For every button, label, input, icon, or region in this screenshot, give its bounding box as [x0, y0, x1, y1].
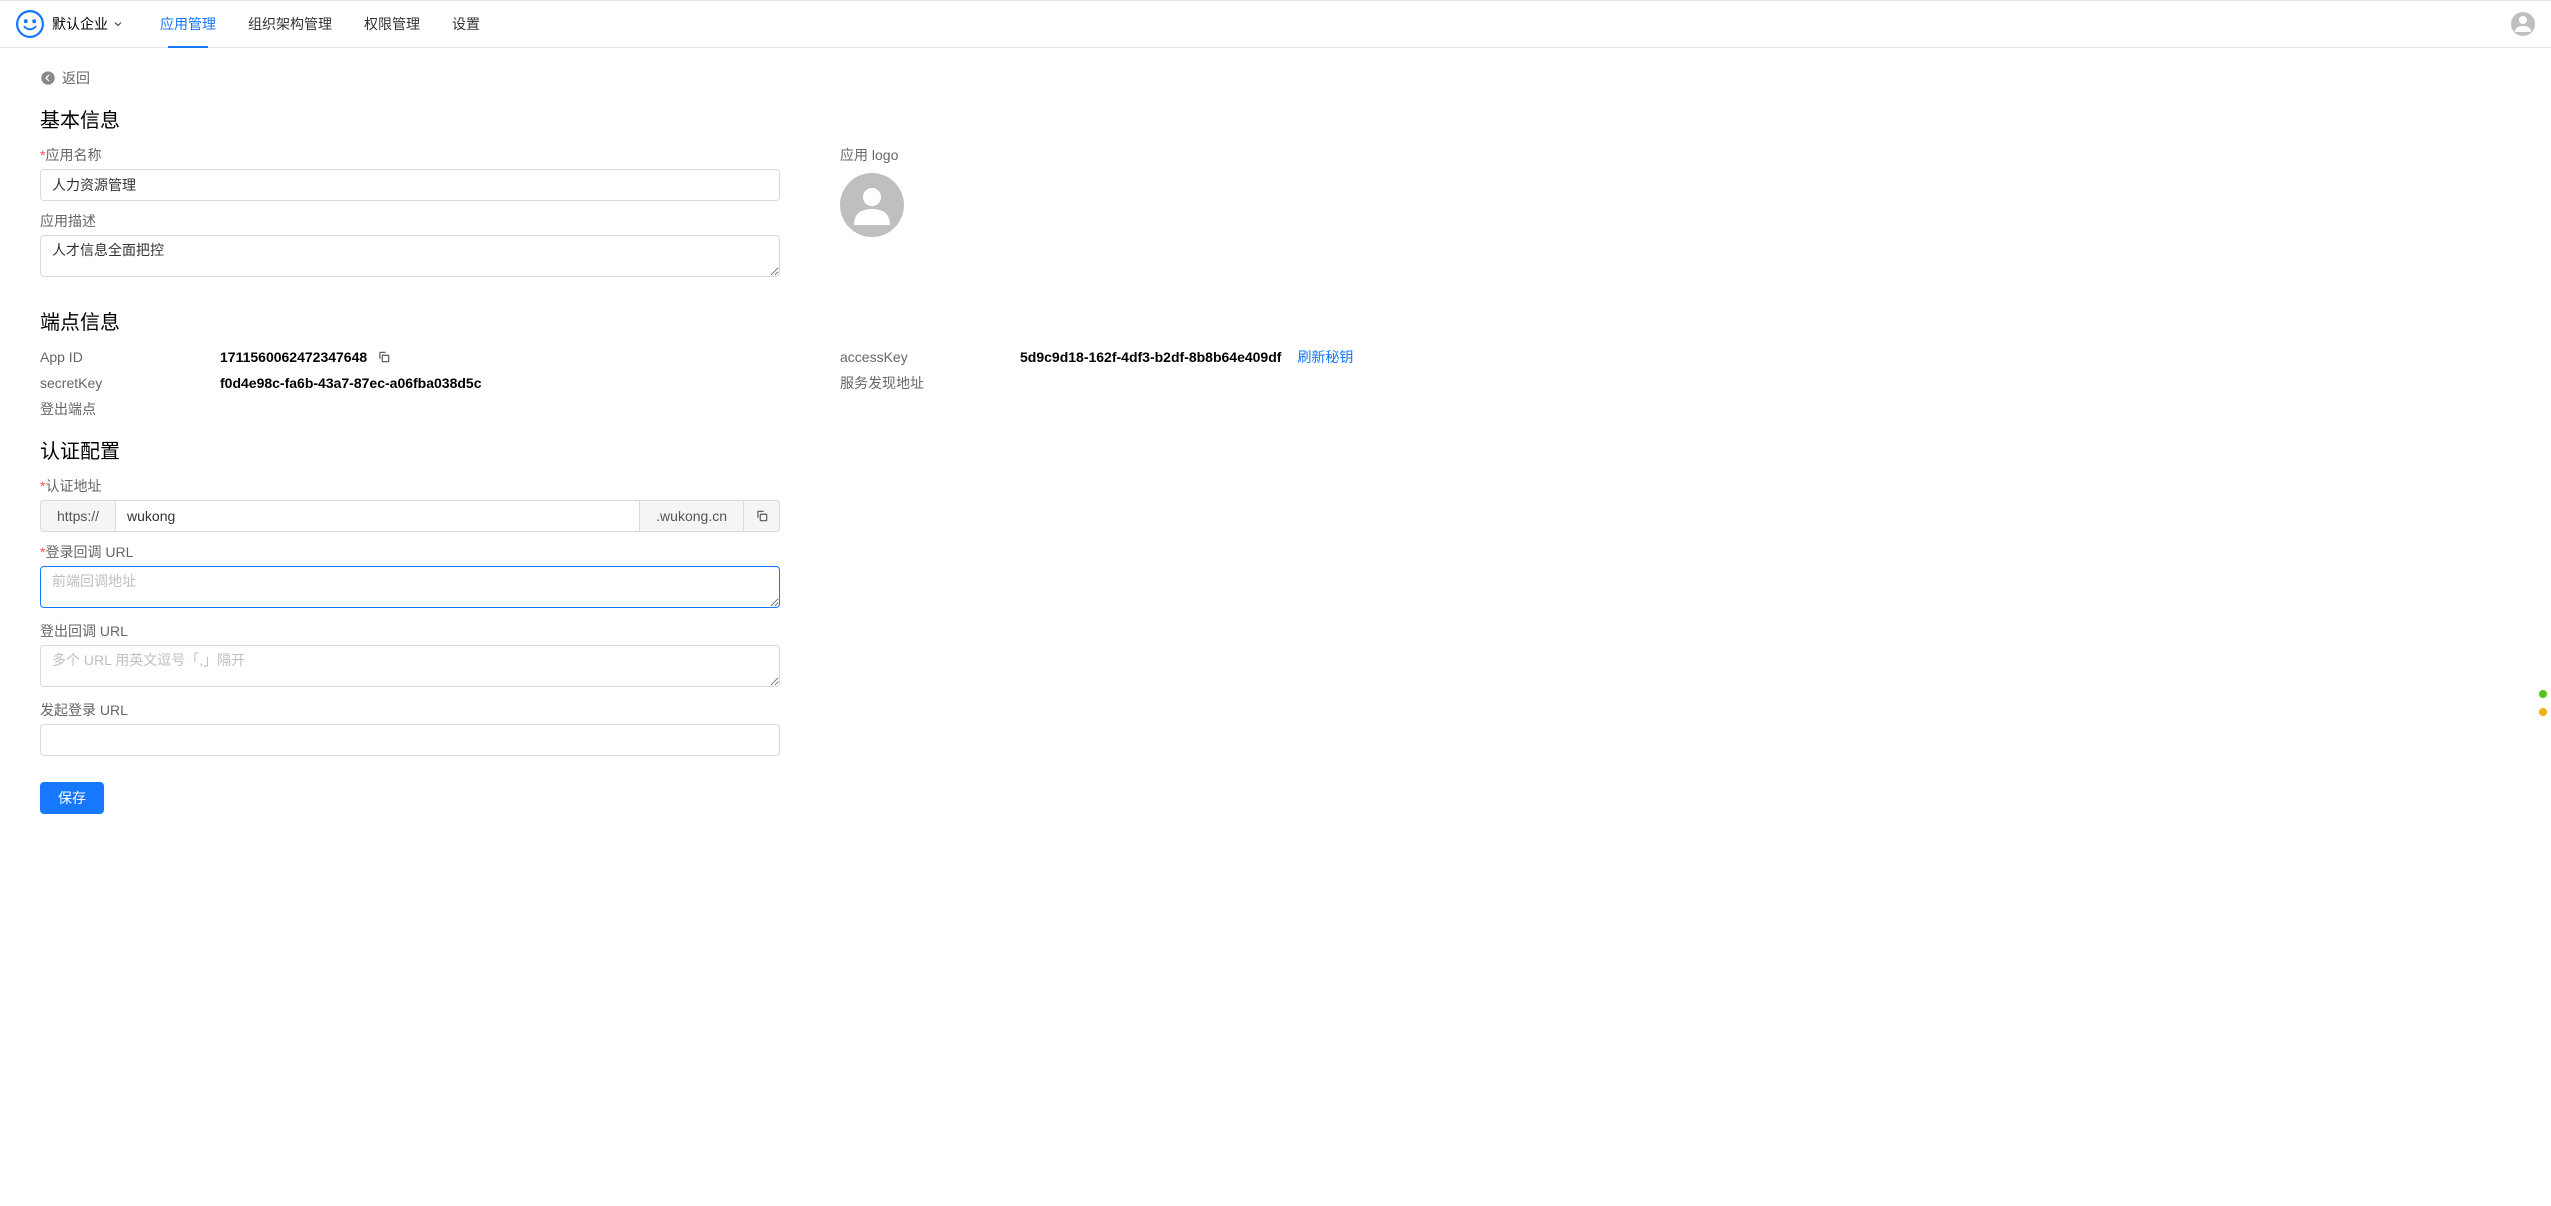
side-indicator: [2539, 690, 2547, 716]
initiate-login-label: 发起登录 URL: [40, 700, 2511, 720]
logout-callback-label: 登出回调 URL: [40, 621, 2511, 641]
main-content: 返回 基本信息 *应用名称 应用描述 应用 logo 端点信息: [0, 48, 2551, 850]
status-dot-green: [2539, 690, 2547, 698]
endpoint-info-title: 端点信息: [40, 306, 2511, 335]
app-name-input[interactable]: [40, 169, 780, 201]
auth-config-title: 认证配置: [40, 435, 2511, 464]
copy-auth-url-button[interactable]: [744, 500, 780, 532]
login-callback-textarea[interactable]: [40, 566, 780, 608]
org-name: 默认企业: [52, 14, 108, 34]
logo-upload[interactable]: [840, 173, 904, 237]
access-key-label: accessKey: [840, 349, 1020, 365]
secret-key-label: secretKey: [40, 375, 220, 391]
back-label: 返回: [62, 68, 90, 88]
chevron-down-icon: [112, 18, 124, 30]
nav-tabs: 应用管理 组织架构管理 权限管理 设置: [144, 1, 496, 47]
initiate-login-input[interactable]: [40, 724, 780, 756]
logout-callback-textarea[interactable]: [40, 645, 780, 687]
auth-url-label: *认证地址: [40, 476, 2511, 496]
org-selector[interactable]: 默认企业: [52, 14, 124, 34]
arrow-left-circle-icon: [40, 70, 56, 86]
top-header: 默认企业 应用管理 组织架构管理 权限管理 设置: [0, 0, 2551, 48]
status-dot-orange: [2539, 708, 2547, 716]
app-name-label: *应用名称: [40, 145, 780, 165]
tab-org-management[interactable]: 组织架构管理: [232, 1, 348, 47]
tab-app-management[interactable]: 应用管理: [144, 1, 232, 47]
logo-label: 应用 logo: [840, 145, 2511, 165]
back-link[interactable]: 返回: [40, 68, 2511, 88]
auth-url-suffix: .wukong.cn: [640, 500, 744, 532]
login-callback-label: *登录回调 URL: [40, 542, 2511, 562]
app-desc-textarea[interactable]: [40, 235, 780, 277]
app-logo-icon: [16, 10, 44, 38]
person-icon: [848, 181, 896, 229]
service-discovery-label: 服务发现地址: [840, 373, 1020, 393]
secret-key-value: f0d4e98c-fa6b-43a7-87ec-a06fba038d5c: [220, 375, 482, 391]
refresh-secret-link[interactable]: 刷新秘钥: [1297, 347, 1353, 367]
logout-endpoint-label: 登出端点: [40, 399, 220, 419]
access-key-value: 5d9c9d18-162f-4df3-b2df-8b8b64e409df: [1020, 349, 1281, 365]
app-desc-label: 应用描述: [40, 211, 780, 231]
save-button[interactable]: 保存: [40, 782, 104, 814]
user-avatar[interactable]: [2511, 12, 2535, 36]
copy-icon: [755, 509, 769, 523]
basic-info-title: 基本信息: [40, 104, 2511, 133]
copy-icon[interactable]: [377, 350, 391, 364]
app-id-value: 1711560062472347648: [220, 349, 367, 365]
tab-settings[interactable]: 设置: [436, 1, 496, 47]
tab-permission-management[interactable]: 权限管理: [348, 1, 436, 47]
app-id-label: App ID: [40, 349, 220, 365]
auth-url-prefix: https://: [40, 500, 115, 532]
auth-url-input[interactable]: [115, 500, 640, 532]
